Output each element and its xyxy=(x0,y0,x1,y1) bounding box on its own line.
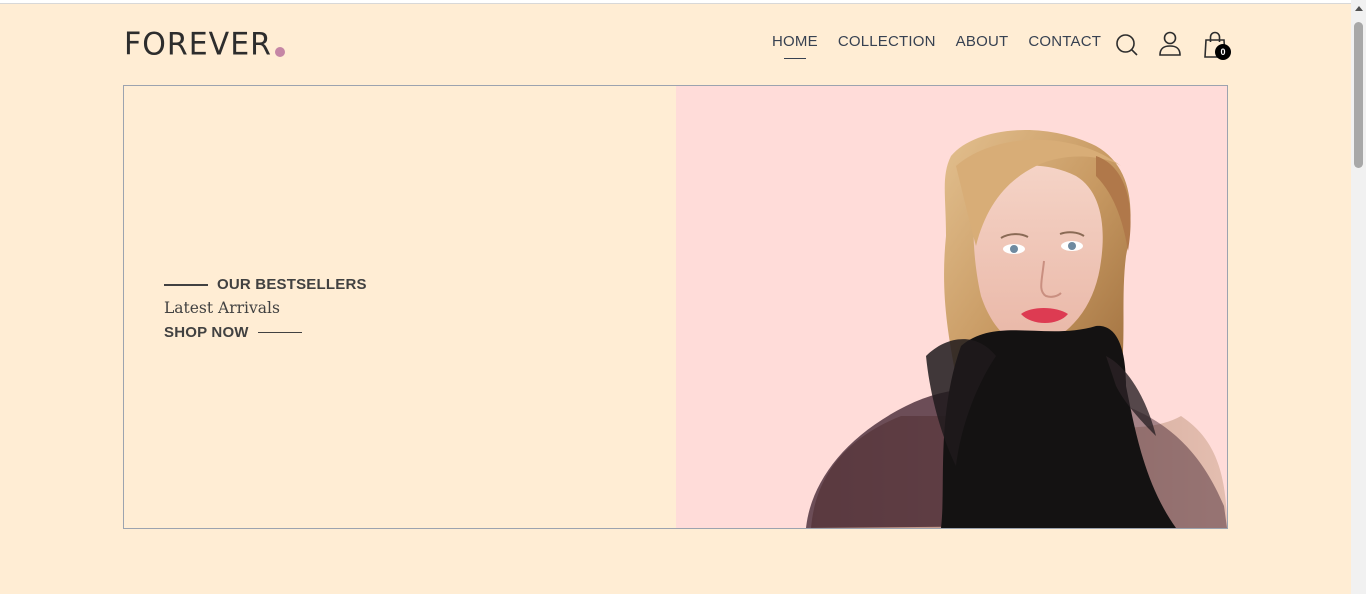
search-icon[interactable] xyxy=(1115,33,1139,57)
shopping-bag-icon[interactable]: 0 xyxy=(1203,31,1231,60)
hero-eyebrow: OUR BESTSELLERS xyxy=(217,276,367,293)
hero-eyebrow-row: OUR BESTSELLERS xyxy=(164,276,367,293)
hero-title: Latest Arrivals xyxy=(164,299,280,317)
hero-text-panel: OUR BESTSELLERS Latest Arrivals SHOP NOW xyxy=(124,86,676,528)
browser-top-edge xyxy=(0,0,1351,4)
nav-contact[interactable]: CONTACT xyxy=(1028,33,1101,50)
shop-now-line xyxy=(257,332,302,333)
cart-count-badge: 0 xyxy=(1215,44,1231,60)
nav-home[interactable]: HOME xyxy=(772,33,818,59)
user-icon[interactable] xyxy=(1158,31,1182,57)
nav-about[interactable]: ABOUT xyxy=(956,33,1009,50)
hero-banner: OUR BESTSELLERS Latest Arrivals SHOP NOW xyxy=(123,85,1228,529)
page-scrollbar[interactable] xyxy=(1351,0,1366,594)
shop-now-link[interactable]: SHOP NOW xyxy=(164,324,302,341)
eyebrow-line xyxy=(164,283,208,286)
scrollbar-thumb[interactable] xyxy=(1354,22,1363,168)
shop-now-label[interactable]: SHOP NOW xyxy=(164,324,249,341)
scroll-up-arrow-icon[interactable] xyxy=(1355,6,1363,11)
nav-collection[interactable]: COLLECTION xyxy=(838,33,936,50)
model-portrait-image xyxy=(806,129,1227,528)
hero-image xyxy=(676,86,1227,528)
main-nav: HOME COLLECTION ABOUT CONTACT xyxy=(772,33,1101,59)
brand-logo[interactable]: FOREVER xyxy=(124,26,285,60)
logo-dot xyxy=(275,47,285,57)
logo-text: FOREVER xyxy=(124,26,272,63)
